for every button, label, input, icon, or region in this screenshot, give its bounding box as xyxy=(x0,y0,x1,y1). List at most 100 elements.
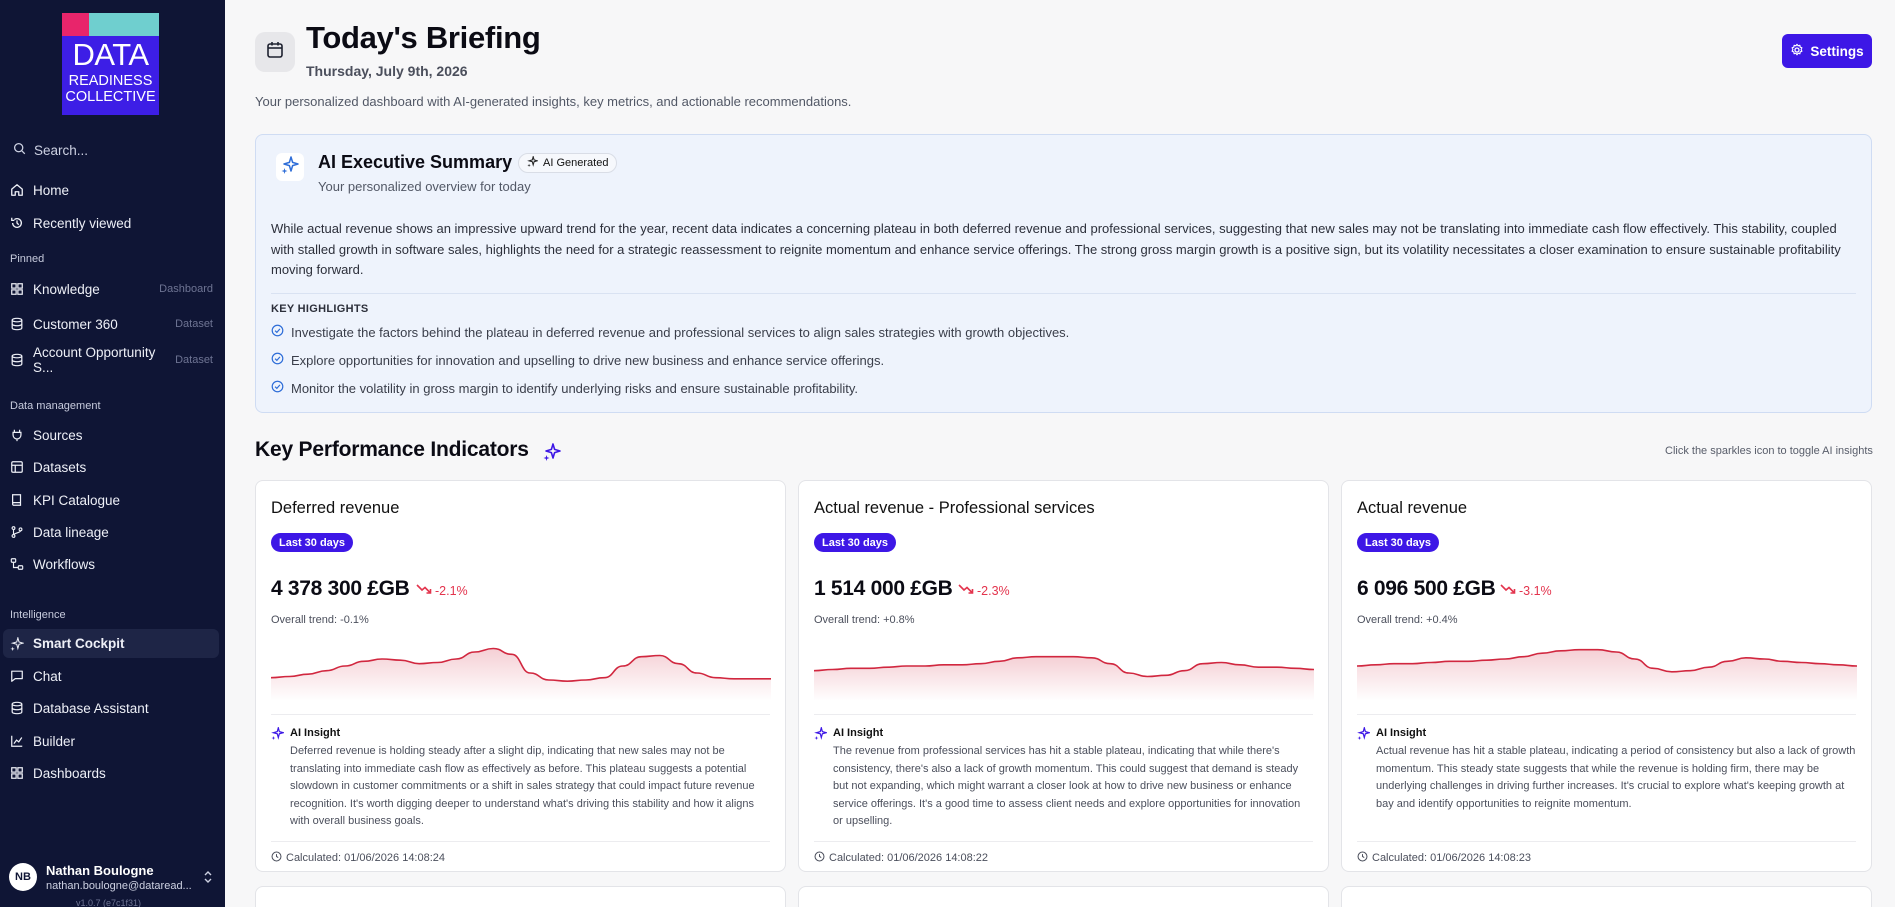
dashboard-icon xyxy=(10,766,24,780)
sparkline-chart xyxy=(814,655,1314,701)
calculated-text: Calculated: 01/06/2026 14:08:23 xyxy=(1372,852,1532,864)
git-branch-icon xyxy=(10,525,24,539)
kpi-hint: Click the sparkles icon to toggle AI ins… xyxy=(1665,445,1873,457)
kpi-name: Actual revenue - Professional services xyxy=(814,499,1095,517)
brand-logo[interactable]: DATA READINESS COLLECTIVE xyxy=(62,13,159,115)
kpi-name: Deferred revenue xyxy=(271,499,400,517)
sidebar-item-label: Workflows xyxy=(33,556,96,572)
database-icon xyxy=(10,317,24,331)
kpi-overall-trend: Overall trend: +0.8% xyxy=(814,614,915,626)
ai-badge-label: AI Generated xyxy=(543,157,609,169)
sidebar-item-label: Account Opportunity S... xyxy=(33,345,156,375)
divider xyxy=(271,714,770,715)
ai-insight-label: AI Insight xyxy=(290,727,341,739)
calendar-badge xyxy=(255,32,295,72)
trending-down-icon xyxy=(1500,583,1516,598)
sidebar-item-builder[interactable]: Builder xyxy=(10,728,215,754)
sidebar-item-label: Sources xyxy=(33,427,83,443)
sidebar-item-dashboards[interactable]: Dashboards xyxy=(10,760,215,786)
sidebar-item-label: Datasets xyxy=(33,459,87,475)
logo-accent-pink xyxy=(62,13,89,36)
sidebar-item-label: KPI Catalogue xyxy=(33,492,121,508)
sidebar-item-sources[interactable]: Sources xyxy=(10,422,215,448)
period-pill[interactable]: Last 30 days xyxy=(271,533,354,552)
kpi-card-next-row[interactable] xyxy=(255,886,786,907)
settings-label: Settings xyxy=(1810,43,1864,59)
clock-icon xyxy=(1357,851,1368,865)
home-icon xyxy=(10,183,24,197)
settings-button[interactable]: Settings xyxy=(1782,34,1872,68)
highlight-text: Investigate the factors behind the plate… xyxy=(291,324,1070,340)
kpi-card-next-row[interactable] xyxy=(1341,886,1872,907)
logo-line-2: READINESS xyxy=(68,73,153,89)
kpi-card-actual-revenue[interactable]: Actual revenue Last 30 days 6 096 500 £G… xyxy=(1341,480,1872,872)
book-icon xyxy=(10,493,24,507)
workflow-icon xyxy=(10,557,24,571)
chat-icon xyxy=(10,669,24,683)
history-icon xyxy=(10,216,24,230)
kpi-overall-trend: Overall trend: -0.1% xyxy=(271,614,369,626)
sidebar-item-recently-viewed[interactable]: Recently viewed xyxy=(10,210,215,236)
sidebar-item-datasets[interactable]: Datasets xyxy=(10,454,215,480)
sparkline-area xyxy=(271,648,771,701)
plug-icon xyxy=(10,428,24,442)
sidebar-item-data-lineage[interactable]: Data lineage xyxy=(10,519,215,545)
kpi-change-value: -2.3% xyxy=(977,583,1010,598)
kpi-name: Actual revenue xyxy=(1357,499,1468,517)
kpi-value: 4 378 300 £GB xyxy=(271,577,410,600)
sidebar-search[interactable]: Search... xyxy=(13,142,88,158)
calculated-timestamp: Calculated: 01/06/2026 14:08:24 xyxy=(271,851,445,865)
sidebar-item-label: Chat xyxy=(33,668,62,684)
item-type-tag: Dataset xyxy=(175,318,213,330)
kpi-change-value: -2.1% xyxy=(435,583,468,598)
sidebar-item-customer-360[interactable]: Customer 360 Dataset xyxy=(10,311,215,337)
sidebar-item-chat[interactable]: Chat xyxy=(10,663,215,689)
section-label-data-management: Data management xyxy=(10,400,101,412)
user-email: nathan.boulogne@dataread... xyxy=(46,879,192,892)
kpi-card-deferred-revenue[interactable]: Deferred revenue Last 30 days 4 378 300 … xyxy=(255,480,786,872)
sidebar-item-knowledge[interactable]: Knowledge Dashboard xyxy=(10,276,215,302)
sidebar-item-kpi-catalogue[interactable]: KPI Catalogue xyxy=(10,487,215,513)
page-title: Today's Briefing xyxy=(306,20,541,55)
item-type-tag: Dashboard xyxy=(159,283,213,295)
calculated-timestamp: Calculated: 01/06/2026 14:08:22 xyxy=(814,851,988,865)
sidebar-item-home[interactable]: Home xyxy=(10,177,215,203)
highlight-text: Explore opportunities for innovation and… xyxy=(291,352,885,368)
ai-generated-badge: AI Generated xyxy=(518,153,618,173)
ai-insight-text: Deferred revenue is holding steady after… xyxy=(290,745,755,827)
kpi-change: -3.1% xyxy=(1500,583,1552,598)
divider xyxy=(1357,841,1856,842)
page-subtitle: Your personalized dashboard with AI-gene… xyxy=(255,94,852,109)
logo-line-3: COLLECTIVE xyxy=(65,89,156,105)
sidebar-item-smart-cockpit[interactable]: Smart Cockpit xyxy=(3,629,219,658)
kpi-overall-trend: Overall trend: +0.4% xyxy=(1357,614,1458,626)
chart-icon xyxy=(10,734,24,748)
sidebar-item-workflows[interactable]: Workflows xyxy=(10,551,215,577)
sparkles-icon xyxy=(280,155,300,180)
sparkles-toggle-icon[interactable] xyxy=(542,442,562,467)
user-menu[interactable]: NB Nathan Boulogne nathan.boulogne@datar… xyxy=(9,862,214,892)
sidebar-item-label: Data lineage xyxy=(33,524,109,540)
kpi-value: 6 096 500 £GB xyxy=(1357,577,1496,600)
sidebar-item-label: Dashboards xyxy=(33,765,106,781)
sparkline-area xyxy=(1357,649,1857,701)
sidebar-item-database-assistant[interactable]: Database Assistant xyxy=(10,695,215,721)
period-pill[interactable]: Last 30 days xyxy=(814,533,897,552)
kpi-card-next-row[interactable] xyxy=(798,886,1329,907)
check-circle-icon xyxy=(271,380,284,396)
user-name: Nathan Boulogne xyxy=(46,862,154,878)
check-circle-icon xyxy=(271,352,284,368)
dashboard-icon xyxy=(10,282,24,296)
kpi-change: -2.3% xyxy=(958,583,1010,598)
divider xyxy=(271,841,770,842)
sidebar-item-label: Database Assistant xyxy=(33,700,149,716)
period-pill[interactable]: Last 30 days xyxy=(1357,533,1440,552)
sidebar-item-account-opportunity[interactable]: Account Opportunity S... Dataset xyxy=(10,345,215,375)
sidebar: DATA READINESS COLLECTIVE Search... Home… xyxy=(0,0,225,907)
ai-insight-text: Actual revenue has hit a stable plateau,… xyxy=(1376,745,1856,810)
divider xyxy=(814,714,1313,715)
kpi-card-professional-services[interactable]: Actual revenue - Professional services L… xyxy=(798,480,1329,872)
logo-line-1: DATA xyxy=(72,37,149,72)
key-highlights-label: KEY HIGHLIGHTS xyxy=(271,303,369,315)
highlight-item: Investigate the factors behind the plate… xyxy=(271,324,1069,340)
